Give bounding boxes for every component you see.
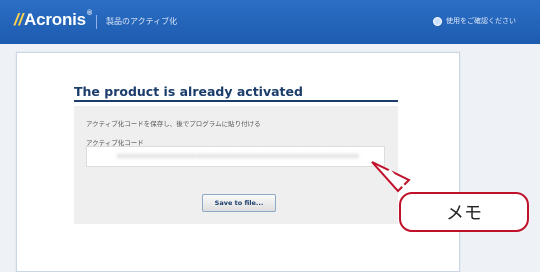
memo-label: メモ [446, 203, 482, 224]
